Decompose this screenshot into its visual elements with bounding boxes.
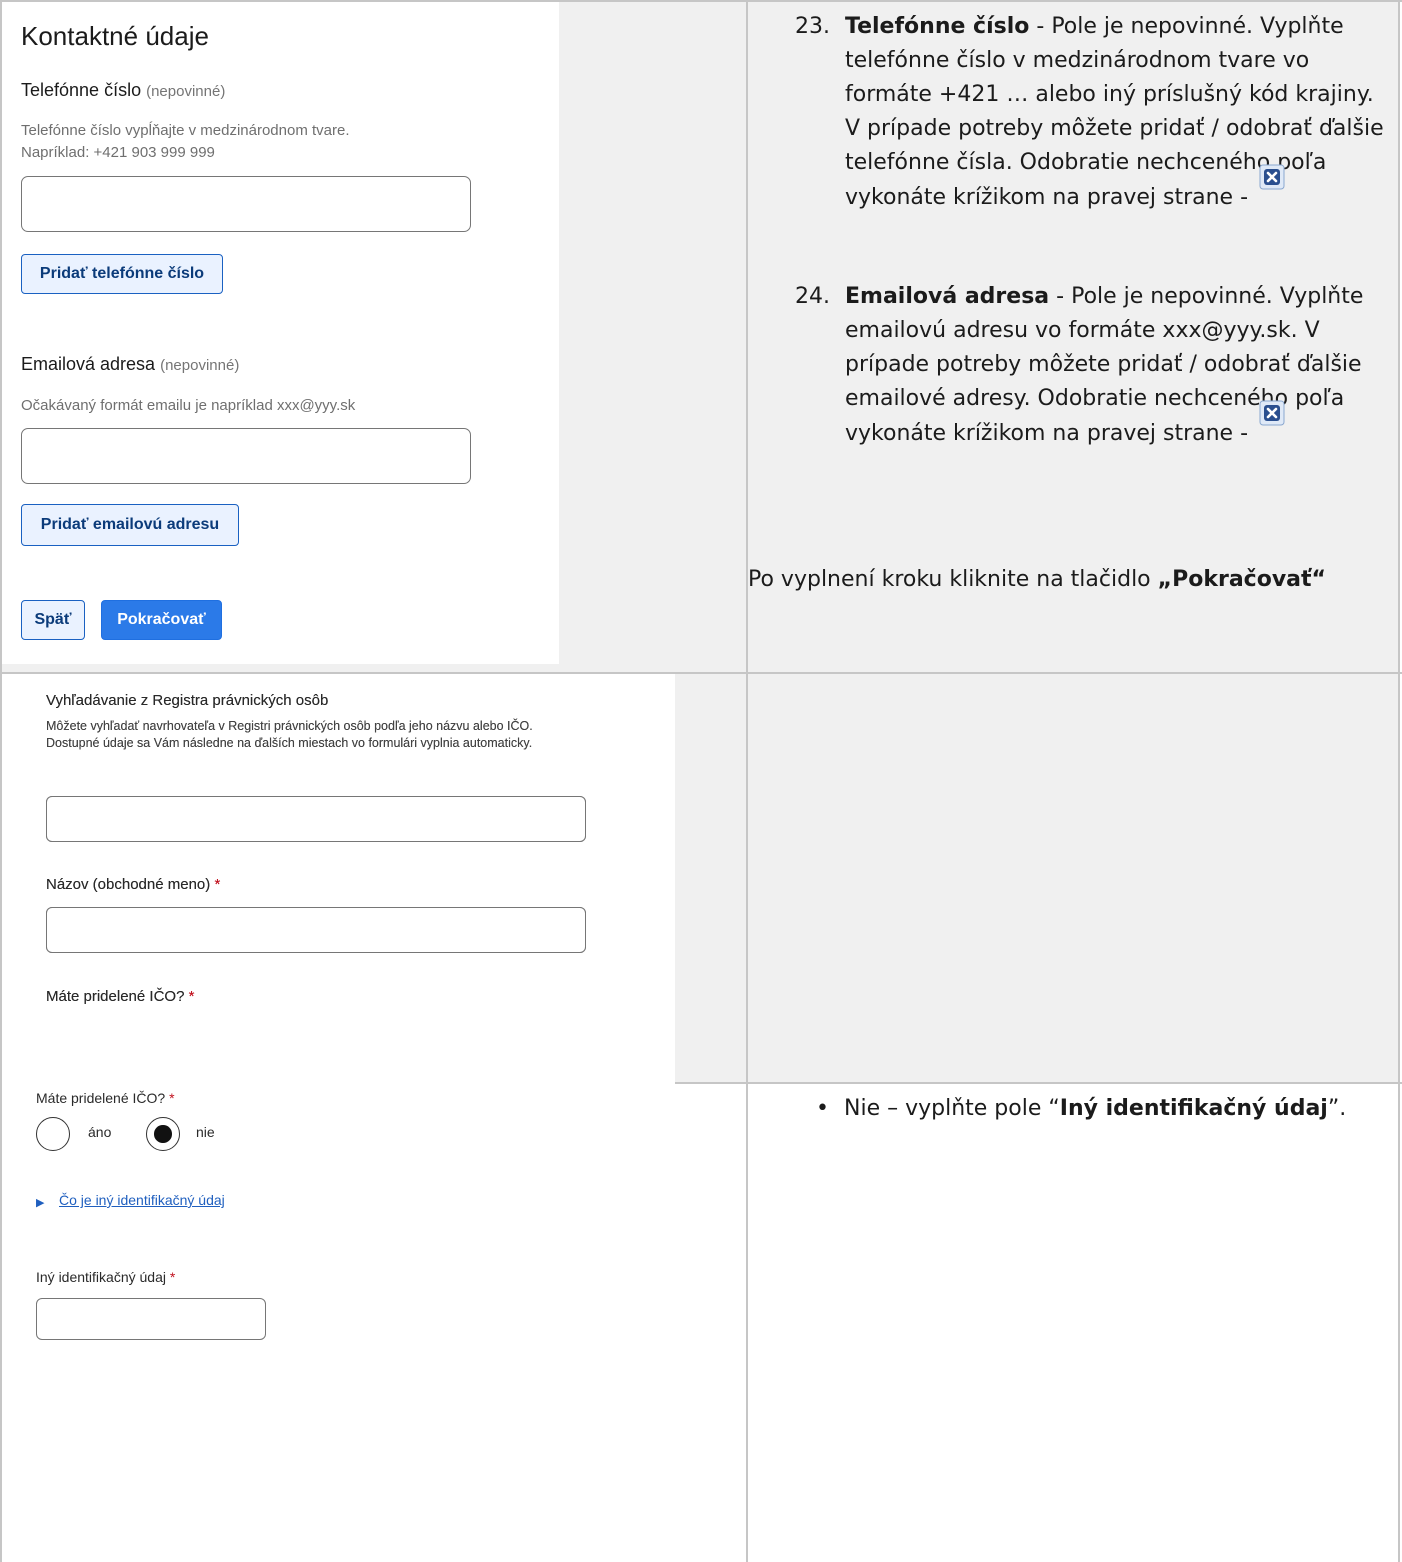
after-step-text: Po vyplnení kroku kliknite na tlačidlo xyxy=(748,567,1158,592)
item-title: Telefónne číslo xyxy=(845,14,1030,39)
phone-label: Telefónne číslo (nepovinné) xyxy=(21,80,225,101)
email-label-text: Emailová adresa xyxy=(21,354,156,374)
phone-hint: Telefónne číslo vypĺňajte v medzinárodno… xyxy=(21,120,350,164)
item-title: Emailová adresa xyxy=(845,284,1050,309)
continue-button[interactable]: Pokračovať xyxy=(101,600,222,640)
item-body: Telefónne číslo - Pole je nepovinné. Vyp… xyxy=(845,10,1395,215)
after-step-button-name: „Pokračovať“ xyxy=(1157,567,1326,592)
email-hint: Očakávaný formát emailu je napríklad xxx… xyxy=(21,397,356,414)
optional-tag: (nepovinné) xyxy=(160,357,240,374)
contact-form-screenshot: Kontaktné údaje Telefónne číslo (nepovin… xyxy=(2,2,559,664)
remove-field-icon xyxy=(1259,164,1285,190)
remove-field-icon xyxy=(1259,400,1285,426)
table-right-cell-3 xyxy=(748,1084,1398,1562)
ico-question-label: Máte pridelené IČO? * xyxy=(46,988,194,1005)
register-search-label: Vyhľadávanie z Registra právnických osôb xyxy=(46,692,329,709)
table-right-cell-2 xyxy=(748,674,1398,1082)
register-form-panel-content: Vyhľadávanie z Registra právnických osôb… xyxy=(2,674,675,1206)
optional-tag: (nepovinné) xyxy=(146,83,226,100)
item-text: - Pole je nepovinné. Vyplňte telefónne č… xyxy=(845,14,1384,210)
after-step-instruction: Po vyplnení kroku kliknite na tlačidlo „… xyxy=(748,563,1396,597)
item-number: 24. xyxy=(795,284,830,309)
table-column-divider xyxy=(746,0,748,1562)
register-search-hint: Môžete vyhľadať navrhovateľa v Registri … xyxy=(46,719,533,750)
other-id-input[interactable] xyxy=(36,1298,266,1340)
phone-input[interactable] xyxy=(21,176,471,232)
other-id-label-text: Iný identifikačný údaj xyxy=(36,1269,166,1285)
phone-hint-line-2: Napríklad: +421 903 999 999 xyxy=(21,144,215,161)
instruction-item-24: 24. Emailová adresa - Pole je nepovinné.… xyxy=(795,280,1395,520)
bullet-no-pre: Nie – vyplňte pole “ xyxy=(844,1096,1060,1121)
phone-hint-line-1: Telefónne číslo vypĺňajte v medzinárodno… xyxy=(21,122,350,139)
company-name-label-text: Názov (obchodné meno) xyxy=(46,876,211,893)
bullet-icon: • xyxy=(816,1096,829,1121)
other-id-label: Iný identifikačný údaj * xyxy=(36,1269,175,1285)
instruction-item-23: 23. Telefónne číslo - Pole je nepovinné.… xyxy=(795,10,1395,280)
form-title: Kontaktné údaje xyxy=(21,21,209,51)
ico-question-text: Máte pridelené IČO? xyxy=(46,988,185,1005)
company-name-input[interactable] xyxy=(46,907,586,953)
required-mark: * xyxy=(188,988,195,1005)
email-label: Emailová adresa (nepovinné) xyxy=(21,354,239,375)
table-border-right xyxy=(1398,0,1400,1562)
required-mark: * xyxy=(169,1269,176,1285)
register-search-input[interactable] xyxy=(46,796,586,842)
add-phone-button[interactable]: Pridať telefónne číslo xyxy=(21,254,223,294)
required-mark: * xyxy=(214,876,221,893)
bullet-no-bold: Iný identifikačný údaj xyxy=(1059,1096,1328,1121)
email-input[interactable] xyxy=(21,428,471,484)
add-email-button[interactable]: Pridať emailovú adresu xyxy=(21,504,239,546)
phone-label-text: Telefónne číslo xyxy=(21,80,142,100)
item-body: Emailová adresa - Pole je nepovinné. Vyp… xyxy=(845,280,1395,451)
bullet-no-post: ”. xyxy=(1327,1096,1347,1121)
back-button[interactable]: Späť xyxy=(21,600,85,640)
item-number: 23. xyxy=(795,14,830,39)
company-name-label: Názov (obchodné meno) * xyxy=(46,876,220,893)
